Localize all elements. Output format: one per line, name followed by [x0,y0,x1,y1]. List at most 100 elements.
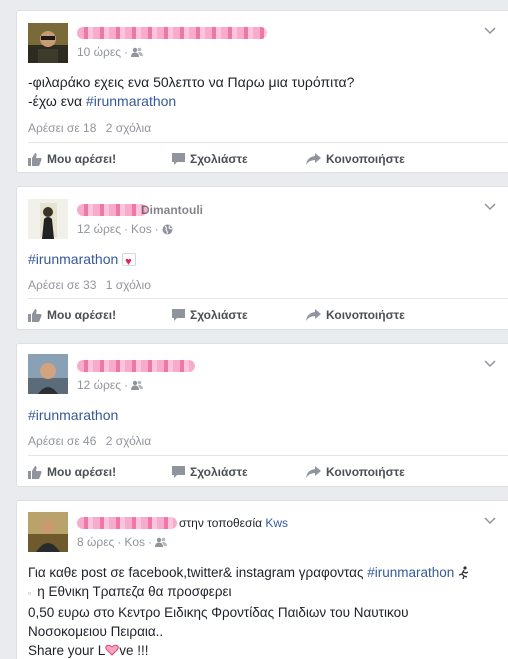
friends-icon[interactable] [131,380,144,390]
comment-label: Σχολιάστε [190,465,248,479]
post-stats: Αρέσει σε 33 1 σχόλιο [28,278,157,292]
post-card: Dimantouli 12 ώρες · Kos · #irunmarathon… [16,186,508,330]
divider [28,455,508,456]
comment-label: Σχολιάστε [190,308,248,322]
comment-button[interactable]: Σχολιάστε [172,152,282,166]
comment-label: Σχολιάστε [190,152,248,166]
post-line: Για καθε post σε facebook,twitter& insta… [28,563,502,582]
avatar[interactable] [28,512,68,552]
thumbs-up-icon [28,308,42,322]
post-line-text: Για καθε post σε facebook,twitter& insta… [28,565,368,580]
comment-icon [172,466,185,478]
like-label: Μου αρέσει! [47,308,117,322]
post-location[interactable]: Kos [131,222,152,236]
post-line: ▫ η Εθνικη Τραπεζα θα προσφερει [28,582,502,603]
action-bar: Μου αρέσει! Σχολιάστε Κοινοποιήστε [28,465,429,479]
share-label: Κοινοποιήστε [326,465,405,479]
meta-separator: · [154,222,159,236]
post-line-text: -έχω ενα [28,93,86,109]
chevron-down-icon[interactable] [484,203,496,211]
author-name-tail: στην τοποθεσία Kws [179,516,288,530]
share-button[interactable]: Κοινοποιήστε [306,308,405,322]
chevron-down-icon[interactable] [484,517,496,525]
post-card: στην τοποθεσία Kws 8 ώρες · Kos · Για κα… [16,500,508,659]
place-link[interactable]: Kws [265,516,288,530]
post-card: 10 ώρες · -φιλαράκο εχεις ενα 50λεπτο να… [16,10,508,173]
avatar[interactable] [28,354,68,394]
like-button[interactable]: Μου αρέσει! [28,465,148,479]
action-bar: Μου αρέσει! Σχολιάστε Κοινοποιήστε [28,152,429,166]
globe-icon[interactable] [162,224,173,235]
comments-count[interactable]: 1 σχόλιο [106,278,151,292]
meta-separator: · [148,535,153,549]
comment-button[interactable]: Σχολιάστε [172,308,282,322]
comment-button[interactable]: Σχολιάστε [172,465,282,479]
like-button[interactable]: Μου αρέσει! [28,308,148,322]
like-button[interactable]: Μου αρέσει! [28,152,148,166]
post-stats: Αρέσει σε 18 2 σχόλια [28,121,157,135]
chevron-down-icon[interactable] [484,27,496,35]
post-meta: 12 ώρες · Kos · [77,222,173,236]
hashtag-link[interactable]: #irunmarathon [28,251,118,267]
share-label: Κοινοποιήστε [326,152,405,166]
author-name-redacted[interactable] [77,204,147,216]
meta-separator: · [124,45,129,59]
thumbs-up-icon [28,465,42,479]
heart-icon [105,644,119,656]
share-button[interactable]: Κοινοποιήστε [306,152,405,166]
hashtag-link[interactable]: #irunmarathon [86,93,176,109]
author-name-redacted[interactable] [77,27,267,39]
friends-icon[interactable] [131,47,144,57]
post-line-text: Share your L [28,643,106,658]
tagged-at-text: στην τοποθεσία [179,516,263,530]
post-stats: Αρέσει σε 46 2 σχόλια [28,434,157,448]
post-meta: 10 ώρες · [77,45,144,59]
likes-count[interactable]: Αρέσει σε 33 [28,278,96,292]
likes-count[interactable]: Αρέσει σε 18 [28,121,96,135]
action-bar: Μου αρέσει! Σχολιάστε Κοινοποιήστε [28,308,429,322]
avatar[interactable] [28,23,68,63]
share-label: Κοινοποιήστε [326,308,405,322]
meta-separator: · [124,378,129,392]
thumbs-up-icon [28,152,42,166]
comments-count[interactable]: 2 σχόλια [106,121,151,135]
meta-separator: · [124,222,129,236]
runner-icon [458,566,469,580]
divider [28,142,508,143]
post-line-text: η Εθνικη Τραπεζα θα προσφερει [37,584,232,599]
likes-count[interactable]: Αρέσει σε 46 [28,434,96,448]
post-line: Νοσοκομειου Πειραια.. [28,624,164,639]
friends-icon[interactable] [155,537,168,547]
avatar[interactable] [28,199,68,239]
chevron-down-icon[interactable] [484,360,496,368]
post-location[interactable]: Kos [124,535,145,549]
share-button[interactable]: Κοινοποιήστε [306,465,405,479]
comment-icon [172,309,185,321]
post-time[interactable]: 12 ώρες [77,378,121,392]
heart-emoji-icon [122,253,137,272]
share-icon [306,309,321,321]
author-name-redacted[interactable] [77,517,177,529]
post-line: -έχω ενα #irunmarathon [28,92,502,111]
post-text: -φιλαράκο εχεις ενα 50λεπτο να Παρω μια … [28,73,502,111]
share-icon [306,466,321,478]
hashtag-link[interactable]: #irunmarathon [367,565,454,580]
post-meta: 8 ώρες · Kos · [77,535,168,549]
post-line: -φιλαράκο εχεις ενα 50λεπτο να Παρω μια … [28,74,355,90]
unsupported-glyph-icon: ▫ [28,588,32,598]
post-line: 0,50 ευρω στο Κεντρο Ειδικης Φροντίδας Π… [28,605,409,620]
author-name-redacted[interactable] [77,360,195,372]
post-card: 12 ώρες · #irunmarathon Αρέσει σε 46 2 σ… [16,343,508,487]
author-name-tail[interactable]: Dimantouli [141,203,203,217]
post-time[interactable]: 10 ώρες [77,45,121,59]
share-icon [306,153,321,165]
comment-icon [172,153,185,165]
like-label: Μου αρέσει! [47,152,117,166]
post-text: Για καθε post σε facebook,twitter& insta… [28,563,502,659]
post-time[interactable]: 12 ώρες [77,222,121,236]
post-time[interactable]: 8 ώρες [77,535,114,549]
hashtag-link[interactable]: #irunmarathon [28,407,118,423]
post-meta: 12 ώρες · [77,378,144,392]
post-text: #irunmarathon [28,406,502,425]
comments-count[interactable]: 2 σχόλια [106,434,151,448]
